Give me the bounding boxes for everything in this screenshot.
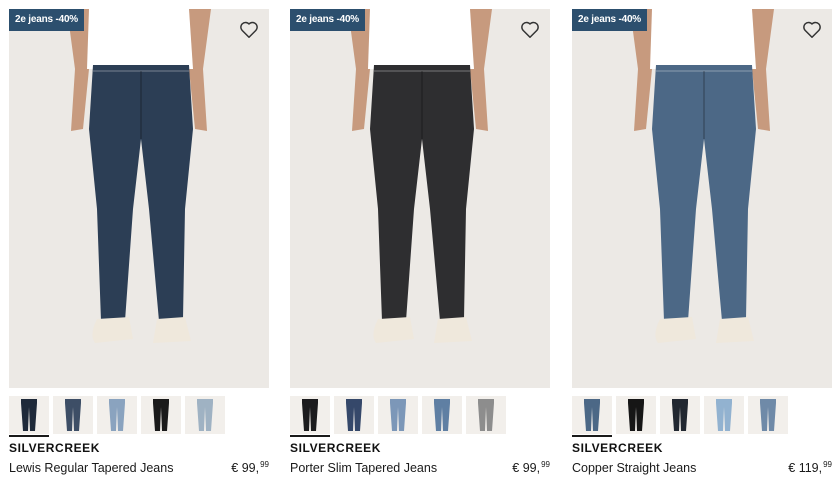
product-brand: SILVERCREEK xyxy=(572,441,664,455)
model-shirt xyxy=(650,9,756,69)
product-card[interactable]: 2e jeans -40% SILVERCREEK Copper Straight … xyxy=(572,9,832,478)
color-swatch[interactable] xyxy=(334,396,374,434)
color-swatch[interactable] xyxy=(378,396,418,434)
product-card[interactable]: 2e jeans -40% SILVERCREEK Lewis Regular Ta… xyxy=(9,9,269,478)
swatch-jeans-thumbnail xyxy=(672,399,688,431)
wishlist-button[interactable] xyxy=(238,18,260,40)
swatch-jeans-thumbnail xyxy=(153,399,169,431)
swatch-jeans-thumbnail xyxy=(21,399,37,431)
price-main: 119, xyxy=(798,461,823,475)
swatch-jeans-thumbnail xyxy=(584,399,600,431)
swatch-jeans-thumbnail xyxy=(716,399,732,431)
model-left-sneaker xyxy=(655,317,696,343)
swatch-jeans-thumbnail xyxy=(109,399,125,431)
color-swatch[interactable] xyxy=(466,396,506,434)
price-currency: € xyxy=(231,461,239,475)
heart-outline-icon xyxy=(240,21,258,38)
color-swatch[interactable] xyxy=(422,396,462,434)
color-swatch[interactable] xyxy=(748,396,788,434)
color-swatch[interactable] xyxy=(97,396,137,434)
color-swatch[interactable] xyxy=(290,396,330,437)
product-photo[interactable]: 2e jeans -40% xyxy=(290,9,550,388)
product-price: € 99,99 xyxy=(512,460,550,475)
color-swatch[interactable] xyxy=(616,396,656,434)
model-right-sneaker xyxy=(434,317,472,343)
model-image xyxy=(630,9,774,343)
wishlist-button[interactable] xyxy=(801,18,823,40)
color-swatch[interactable] xyxy=(185,396,225,434)
color-swatch[interactable] xyxy=(9,396,49,437)
promo-badge: 2e jeans -40% xyxy=(9,9,84,31)
swatch-jeans-thumbnail xyxy=(302,399,318,431)
price-main: 99, xyxy=(522,461,541,475)
model-image xyxy=(67,9,211,343)
product-name[interactable]: Lewis Regular Tapered Jeans xyxy=(9,461,173,475)
model-jeans xyxy=(652,65,756,321)
swatch-jeans-thumbnail xyxy=(346,399,362,431)
product-photo[interactable]: 2e jeans -40% xyxy=(9,9,269,388)
product-info-row: Lewis Regular Tapered Jeans € 99,99 xyxy=(9,460,269,478)
promo-badge: 2e jeans -40% xyxy=(572,9,647,31)
heart-outline-icon xyxy=(521,21,539,38)
heart-outline-icon xyxy=(803,21,821,38)
swatch-jeans-thumbnail xyxy=(760,399,776,431)
swatch-jeans-thumbnail xyxy=(197,399,213,431)
color-swatch[interactable] xyxy=(660,396,700,434)
model-left-sneaker xyxy=(92,317,133,343)
swatch-jeans-thumbnail xyxy=(65,399,81,431)
color-swatches xyxy=(572,396,832,437)
price-cents: 99 xyxy=(823,460,832,469)
model-shirt xyxy=(368,9,474,69)
color-swatch[interactable] xyxy=(53,396,93,434)
color-swatch[interactable] xyxy=(572,396,612,437)
swatch-jeans-thumbnail xyxy=(628,399,644,431)
wishlist-button[interactable] xyxy=(519,18,541,40)
product-info-row: Copper Straight Jeans € 119,99 xyxy=(572,460,832,478)
model-right-sneaker xyxy=(716,317,754,343)
price-currency: € xyxy=(512,461,520,475)
swatch-jeans-thumbnail xyxy=(390,399,406,431)
color-swatch[interactable] xyxy=(704,396,744,434)
product-info-row: Porter Slim Tapered Jeans € 99,99 xyxy=(290,460,550,478)
price-currency: € xyxy=(788,461,796,475)
price-main: 99, xyxy=(241,461,260,475)
product-photo[interactable]: 2e jeans -40% xyxy=(572,9,832,388)
promo-badge: 2e jeans -40% xyxy=(290,9,365,31)
swatch-jeans-thumbnail xyxy=(434,399,450,431)
product-price: € 99,99 xyxy=(231,460,269,475)
color-swatches xyxy=(290,396,550,437)
product-name[interactable]: Copper Straight Jeans xyxy=(572,461,696,475)
model-image xyxy=(348,9,492,343)
price-cents: 99 xyxy=(541,460,550,469)
product-price: € 119,99 xyxy=(788,460,832,475)
model-jeans xyxy=(89,65,193,321)
model-shirt xyxy=(87,9,193,69)
product-name[interactable]: Porter Slim Tapered Jeans xyxy=(290,461,437,475)
product-card[interactable]: 2e jeans -40% SILVERCREEK Porter Slim Tape… xyxy=(290,9,550,478)
swatch-jeans-thumbnail xyxy=(478,399,494,431)
model-right-sneaker xyxy=(153,317,191,343)
model-left-sneaker xyxy=(373,317,414,343)
color-swatch[interactable] xyxy=(141,396,181,434)
product-brand: SILVERCREEK xyxy=(9,441,101,455)
product-brand: SILVERCREEK xyxy=(290,441,382,455)
price-cents: 99 xyxy=(260,460,269,469)
model-jeans xyxy=(370,65,474,321)
color-swatches xyxy=(9,396,269,437)
